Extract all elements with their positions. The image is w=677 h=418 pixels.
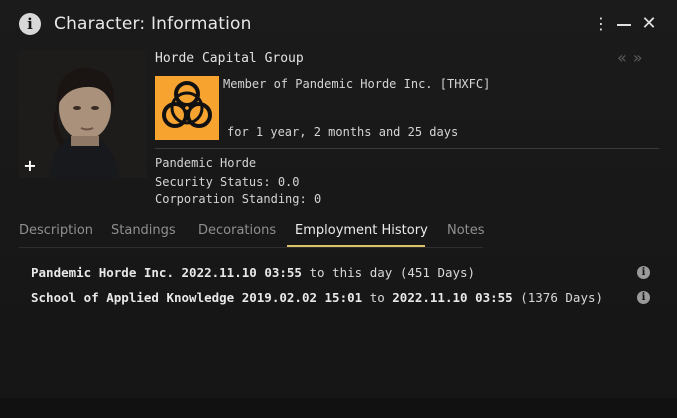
history-corp-link[interactable]: Pandemic Horde Inc. (31, 265, 174, 280)
character-portrait[interactable] (19, 50, 147, 178)
history-days: (1376 Days) (520, 290, 604, 305)
history-corp-link[interactable]: School of Applied Knowledge (31, 290, 234, 305)
character-info-window: i Character: Information ⋮ ✕ + Horde Cap… (0, 0, 677, 418)
corporation-logo[interactable] (155, 76, 219, 140)
tab-bar: Description Standings Decorations Employ… (0, 220, 677, 248)
history-end-date: 2022.11.10 03:55 (392, 290, 513, 305)
info-icon: i (19, 13, 41, 35)
history-connector: to (309, 265, 325, 280)
history-nav-arrows-icon[interactable]: «» (617, 48, 649, 67)
tab-description[interactable]: Description (19, 223, 93, 244)
character-name: Horde Capital Group (155, 51, 304, 66)
divider (155, 148, 659, 149)
tab-notes[interactable]: Notes (447, 223, 485, 244)
security-status: Security Status: 0.0 (155, 175, 300, 189)
tab-employment-history[interactable]: Employment History (295, 223, 428, 244)
tab-divider (19, 247, 483, 248)
window-title: Character: Information (54, 14, 252, 34)
membership-link[interactable]: Member of Pandemic Horde Inc. [THXFC] (223, 77, 490, 91)
bottom-edge (0, 398, 677, 418)
history-start-date: 2022.11.10 03:55 (181, 265, 302, 280)
history-row: School of Applied Knowledge 2019.02.02 1… (31, 290, 603, 308)
portrait-image (19, 50, 147, 178)
minimize-button[interactable] (616, 13, 632, 35)
alliance-link[interactable]: Pandemic Horde (155, 156, 256, 170)
biohazard-icon (162, 81, 212, 128)
add-contact-icon[interactable]: + (23, 158, 37, 174)
history-end-date: this day (332, 265, 393, 280)
tab-decorations[interactable]: Decorations (198, 223, 276, 244)
history-connector: to (369, 290, 385, 305)
row-info-icon[interactable]: i (637, 291, 650, 304)
tab-standings[interactable]: Standings (111, 223, 176, 244)
corporation-standing: Corporation Standing: 0 (155, 192, 322, 206)
row-info-icon[interactable]: i (637, 266, 650, 279)
history-row: Pandemic Horde Inc. 2022.11.10 03:55 to … (31, 265, 475, 283)
active-tab-indicator (287, 245, 425, 247)
close-button[interactable]: ✕ (641, 13, 657, 35)
history-start-date: 2019.02.02 15:01 (241, 290, 363, 305)
membership-duration: for 1 year, 2 months and 25 days (227, 125, 459, 139)
menu-kebab-icon[interactable]: ⋮ (593, 13, 609, 35)
history-days: (451 Days) (399, 265, 476, 280)
title-bar[interactable]: i Character: Information ⋮ ✕ (0, 0, 677, 46)
